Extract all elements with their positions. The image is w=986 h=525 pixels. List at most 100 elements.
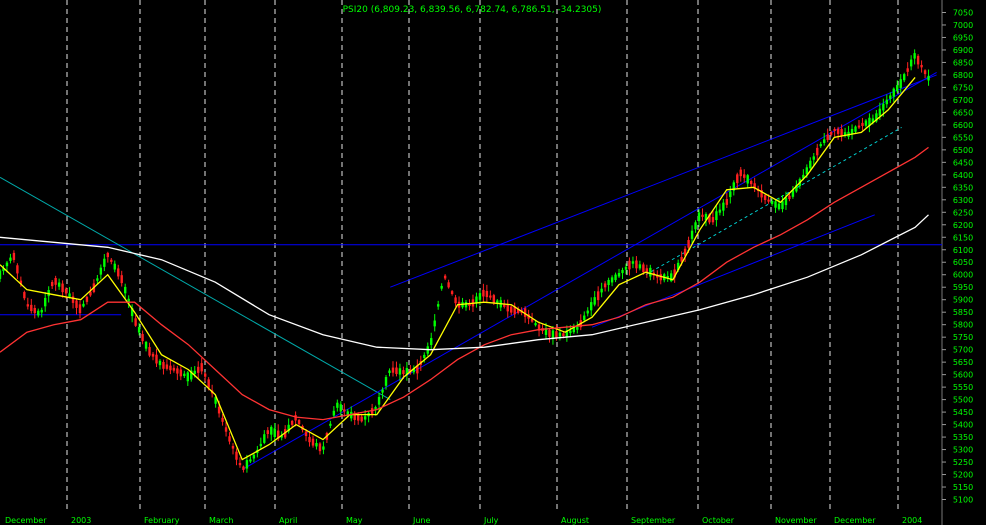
candle-body: [638, 264, 642, 269]
candle-body: [96, 278, 99, 281]
candle-body: [221, 417, 224, 422]
candle-body: [788, 195, 791, 200]
candle-body: [492, 295, 496, 304]
y-tick-label: 5500: [953, 396, 973, 405]
candle-body: [433, 320, 436, 327]
y-tick-label: 5400: [953, 421, 973, 430]
candle-body: [103, 258, 106, 267]
candle-body: [343, 409, 346, 412]
candle-body: [736, 174, 739, 184]
y-tick-label: 5350: [953, 433, 973, 442]
x-tick-label: June: [412, 516, 431, 525]
candle-body: [270, 426, 273, 435]
candle-body: [607, 279, 610, 286]
x-tick-label: September: [631, 516, 676, 525]
candle-body: [913, 53, 916, 59]
candle-body: [9, 257, 12, 261]
candle-body: [777, 203, 781, 210]
candle-body: [770, 201, 774, 204]
candle-body: [304, 431, 308, 437]
y-tick-label: 6350: [953, 183, 973, 192]
candle-body: [0, 270, 2, 279]
candle-body: [729, 191, 732, 198]
candle-body: [767, 199, 770, 202]
candle-body: [228, 436, 231, 442]
candle-body: [263, 434, 266, 443]
candle-body: [308, 436, 311, 443]
candle-body: [186, 372, 189, 382]
candle-body: [322, 446, 325, 450]
y-tick-label: 5600: [953, 371, 973, 380]
y-tick-label: 7050: [953, 8, 973, 17]
candle-body: [336, 402, 339, 408]
candle-body: [857, 125, 861, 128]
candle-body: [144, 341, 148, 349]
candle-body: [482, 289, 485, 297]
candle-body: [318, 443, 322, 452]
candle-body: [746, 175, 749, 184]
candle-body: [165, 364, 169, 369]
candle-body: [906, 68, 909, 72]
candle-body: [259, 443, 263, 447]
candle-body: [172, 367, 176, 371]
candle-body: [329, 423, 332, 426]
x-tick-label: April: [279, 516, 297, 525]
candle-body: [346, 411, 349, 415]
candle-body: [909, 59, 913, 67]
candle-body: [231, 445, 235, 449]
candle-body: [506, 303, 509, 312]
candle-body: [183, 373, 186, 377]
candle-body: [200, 363, 203, 372]
y-tick-label: 6650: [953, 108, 973, 117]
candle-body: [57, 282, 61, 287]
candle-body: [485, 290, 489, 298]
candle-body: [391, 367, 395, 373]
x-tick-label: May: [346, 516, 363, 525]
candle-body: [75, 300, 78, 308]
candle-body: [120, 275, 123, 284]
candle-body: [809, 160, 812, 169]
candle-body: [224, 427, 228, 432]
y-tick-label: 6050: [953, 258, 973, 267]
candle-body: [50, 281, 54, 287]
candle-body: [503, 304, 506, 307]
y-tick-label: 5200: [953, 471, 973, 480]
x-tick-label: February: [144, 516, 180, 525]
candle-body: [614, 274, 617, 281]
candle-body: [242, 466, 245, 470]
candle-body: [332, 410, 336, 416]
candle-body: [624, 266, 628, 270]
y-tick-label: 5700: [953, 346, 973, 355]
candle-body: [701, 214, 704, 217]
candle-body: [902, 74, 906, 81]
candle-body: [207, 379, 210, 388]
candle-body: [436, 304, 440, 307]
candle-body: [381, 389, 384, 393]
x-tick-label: 2003: [71, 516, 91, 525]
y-tick-label: 5750: [953, 333, 973, 342]
candle-body: [896, 85, 899, 92]
candle-body: [590, 302, 593, 311]
candle-body: [583, 315, 586, 321]
candle-body: [819, 144, 822, 147]
y-tick-label: 5850: [953, 308, 973, 317]
candle-body: [805, 167, 809, 175]
candle-body: [722, 202, 725, 211]
candle-body: [920, 64, 923, 68]
candle-body: [26, 304, 30, 307]
candle-body: [854, 126, 857, 132]
y-tick-label: 6100: [953, 246, 973, 255]
candle-body: [715, 211, 718, 221]
candle-body: [137, 327, 141, 333]
x-tick-label: December: [5, 516, 47, 525]
chart-title: PSI20 (6,809.23, 6,839.56, 6,782.74, 6,7…: [343, 5, 602, 15]
candle-body: [398, 368, 402, 375]
candle-body: [113, 263, 116, 270]
candle-body: [596, 291, 600, 301]
candle-body: [155, 354, 158, 364]
candle-body: [711, 217, 715, 223]
candle-body: [878, 108, 882, 116]
candle-body: [40, 309, 43, 313]
candle-body: [899, 79, 902, 88]
candle-body: [245, 460, 249, 469]
